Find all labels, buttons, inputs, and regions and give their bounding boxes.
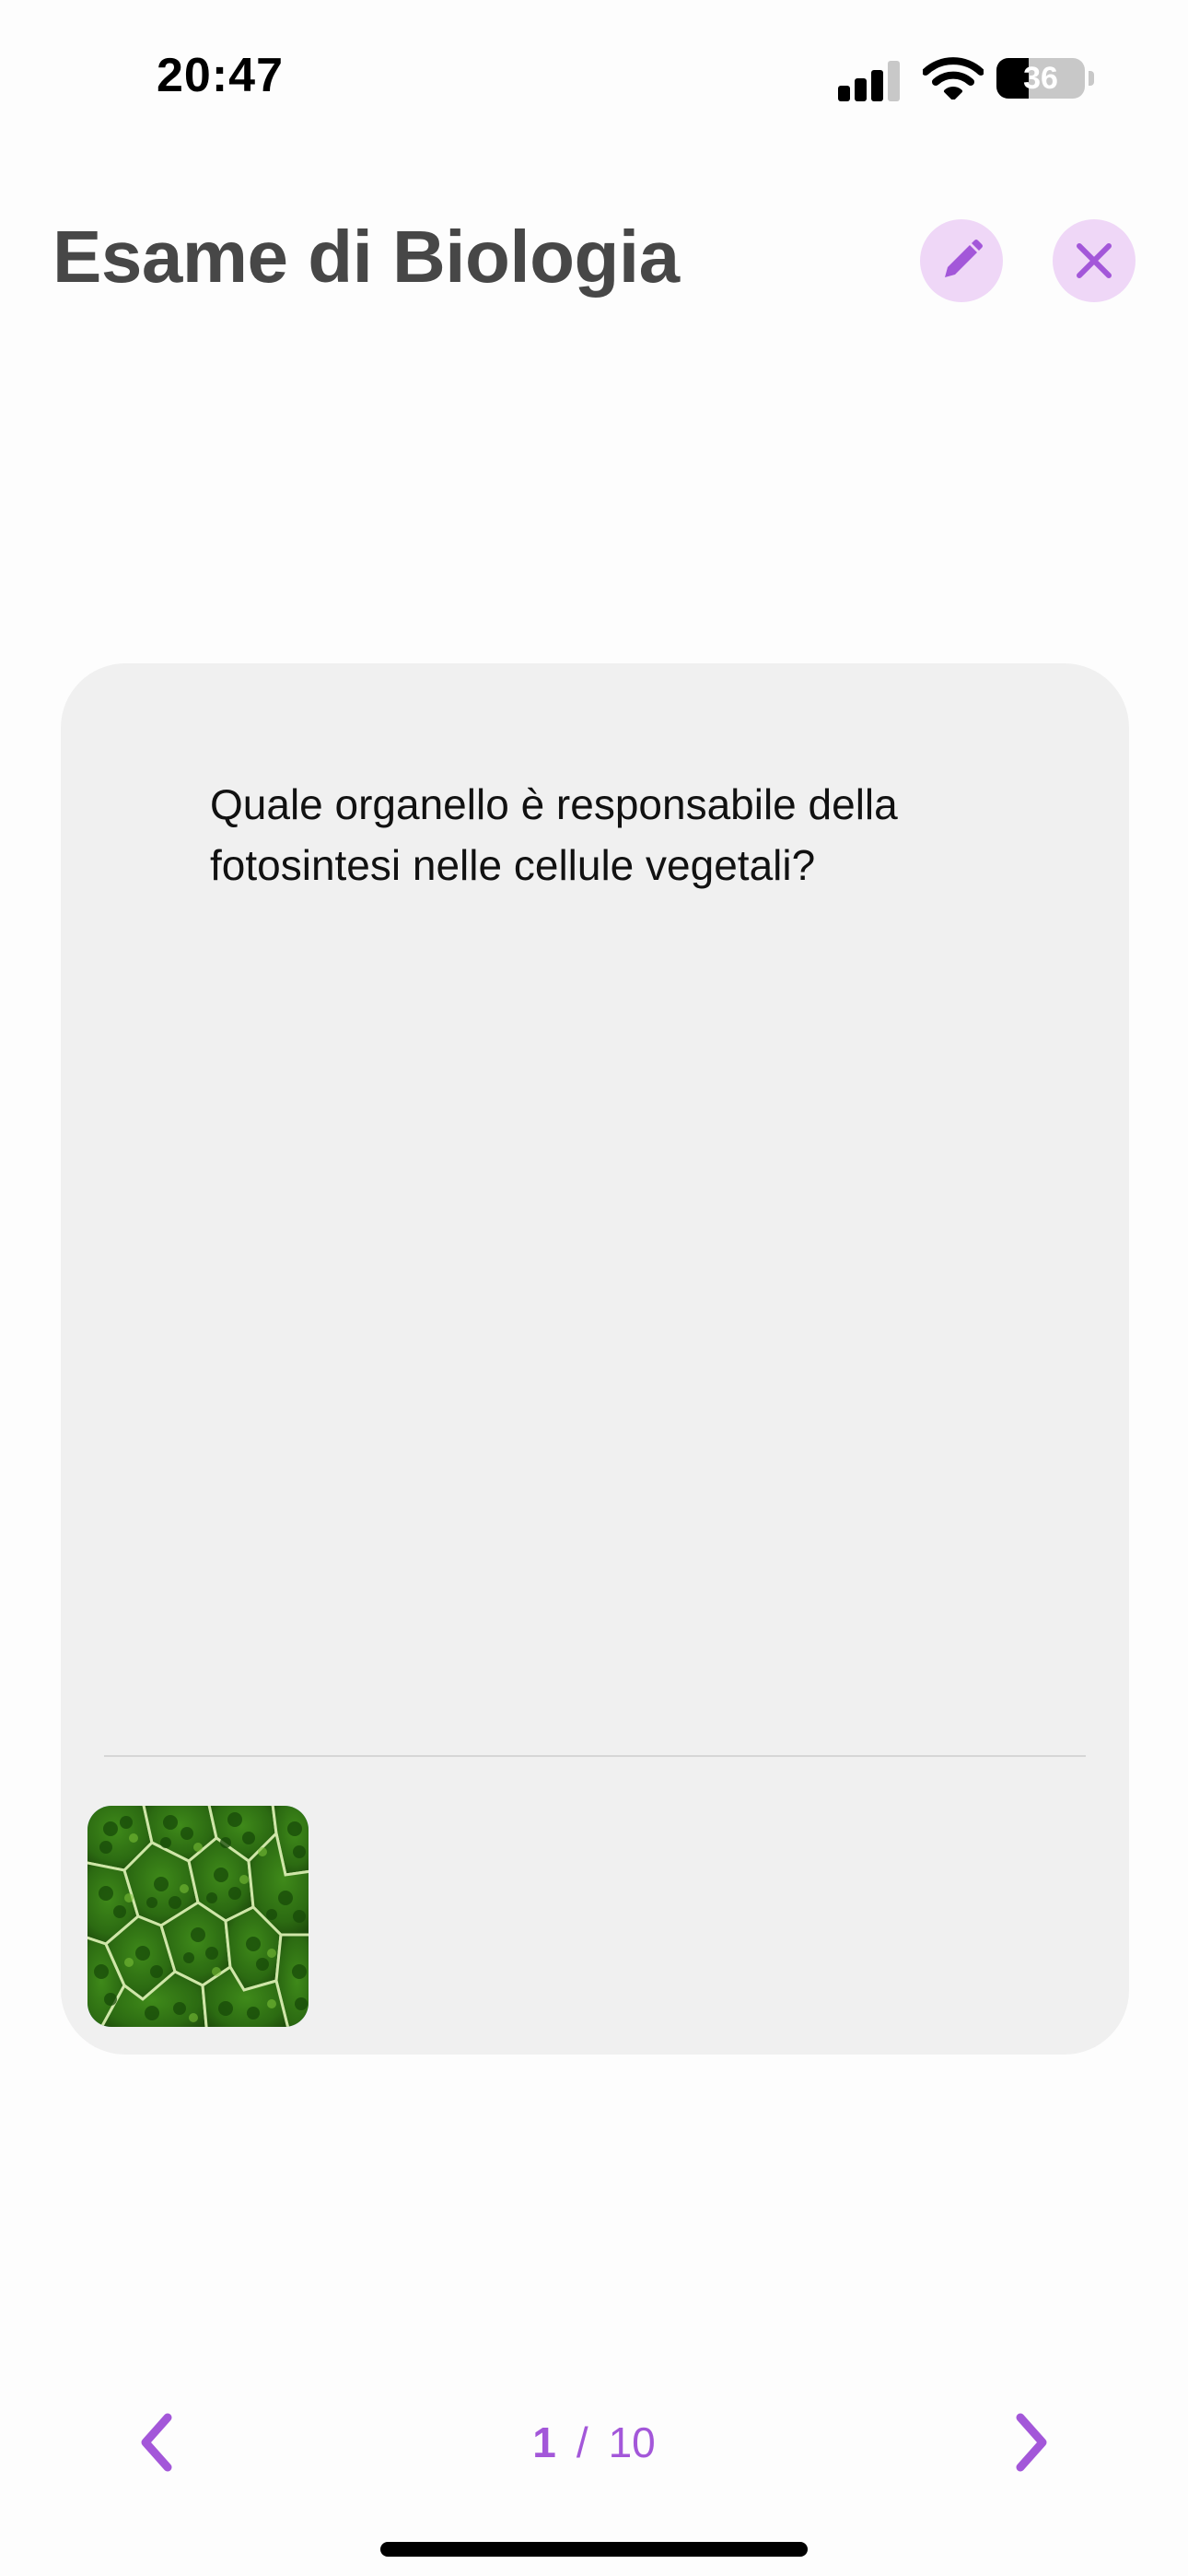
page-separator: / [576,2418,588,2466]
close-icon [1077,243,1112,278]
total-pages: 10 [608,2418,656,2466]
cellular-signal-icon [838,55,903,101]
chevron-right-icon [1016,2413,1047,2472]
close-button[interactable] [1053,219,1136,302]
card-divider [104,1755,1086,1757]
previous-button[interactable] [129,2412,184,2473]
question-card[interactable]: Quale organello è responsabile della fot… [61,663,1129,2055]
status-time: 20:47 [157,49,284,102]
chevron-left-icon [141,2413,172,2472]
wifi-icon [923,57,984,100]
plant-cell-image-thumbnail[interactable] [87,1806,309,2027]
current-page: 1 [532,2418,556,2466]
question-text: Quale organello è responsabile della fot… [210,780,898,889]
home-indicator[interactable] [380,2542,808,2557]
battery-level: 36 [1023,61,1058,96]
pagination-indicator: 1 / 10 [479,2418,709,2467]
pencil-icon [945,240,983,277]
flashcard-screen: 20:47 36 Esame di Biologia Quale organel… [0,0,1188,2576]
plant-cell-image [87,1806,309,2027]
status-icons: 36 [838,55,1096,101]
battery-icon: 36 [996,58,1096,99]
page-title: Esame di Biologia [52,216,680,298]
edit-button[interactable] [920,219,1003,302]
next-button[interactable] [1004,2412,1059,2473]
